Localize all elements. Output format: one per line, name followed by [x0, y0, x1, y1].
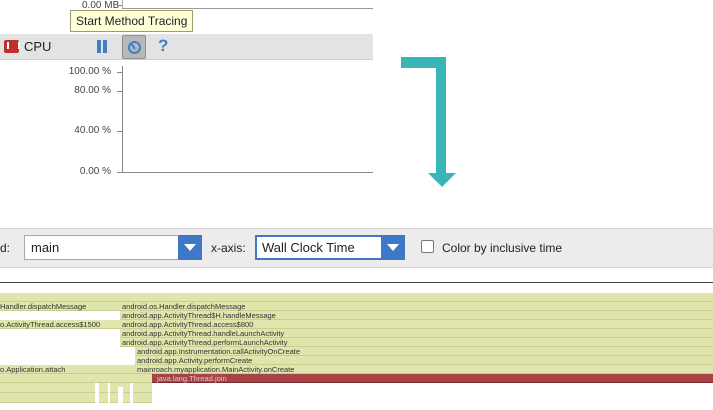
- trace-gap: [108, 383, 110, 410]
- cpu-y-tick: [117, 172, 122, 173]
- annotation-arrow-shaft: [436, 57, 446, 175]
- memory-axis: [122, 0, 123, 8]
- help-icon[interactable]: ?: [158, 36, 168, 56]
- start-method-tracing-button[interactable]: [122, 35, 146, 59]
- cpu-icon: [4, 40, 20, 53]
- trace-gap: [95, 383, 99, 410]
- trace-label: android.app.ActivityThread.access$800: [122, 320, 254, 329]
- trace-label: mainroach.myapplication.MainActivity.onC…: [137, 365, 295, 374]
- color-by-inclusive-label: Color by inclusive time: [442, 241, 563, 255]
- trace-label: android.app.ActivityThread.handleLaunchA…: [122, 329, 285, 338]
- trace-view: Handler.dispatchMessage o.ActivityThread…: [0, 283, 713, 410]
- annotation-arrow-head: [428, 173, 456, 187]
- trace-bar[interactable]: [0, 365, 713, 374]
- trace-label: o.Application.attach: [0, 365, 66, 374]
- trace-bar[interactable]: [0, 302, 713, 311]
- trace-label: Handler.dispatchMessage: [0, 302, 87, 311]
- pause-icon[interactable]: [96, 40, 108, 54]
- thread-label: d:: [0, 241, 11, 255]
- thread-select-dropdown[interactable]: [178, 235, 202, 260]
- trace-label: android.os.Handler.dispatchMessage: [122, 302, 246, 311]
- cpu-y-axis: [122, 66, 123, 172]
- thread-select[interactable]: main: [24, 235, 182, 260]
- trace-bar[interactable]: [0, 293, 713, 302]
- trace-label: java.lang.Thread.join: [157, 374, 227, 383]
- cpu-y-tick: [117, 91, 122, 92]
- trace-bar-hot[interactable]: [152, 374, 713, 383]
- trace-label: android.app.Activity.performCreate: [137, 356, 253, 365]
- x-axis-select-dropdown[interactable]: [381, 235, 405, 260]
- trace-label: android.app.Instrumentation.callActivity…: [137, 347, 301, 356]
- cpu-y-tick: [117, 72, 122, 73]
- cpu-y-tick: [117, 131, 122, 132]
- cpu-x-axis: [122, 172, 373, 173]
- trace-bar[interactable]: [0, 374, 152, 383]
- memory-baseline: [122, 8, 373, 9]
- trace-label: o.ActivityThread.access$1500: [0, 320, 101, 329]
- x-axis-select[interactable]: Wall Clock Time: [255, 235, 383, 260]
- trace-label: android.app.ActivityThread$H.handleMessa…: [122, 311, 276, 320]
- memory-axis-tick: [117, 5, 122, 6]
- x-axis-label: x-axis:: [211, 241, 246, 255]
- cpu-monitor-header: [0, 34, 373, 60]
- cpu-y-tick-label: 100.00 %: [68, 66, 111, 77]
- trace-gap: [130, 383, 133, 410]
- color-by-inclusive-checkbox[interactable]: [421, 240, 434, 253]
- trace-label: android.app.ActivityThread.performLaunch…: [122, 338, 288, 347]
- trace-gap: [118, 387, 123, 410]
- cpu-monitor-title: CPU: [24, 39, 52, 54]
- cpu-y-tick-label: 0.00 %: [79, 166, 111, 177]
- cpu-y-tick-label: 80.00 %: [74, 85, 111, 96]
- tooltip: Start Method Tracing: [70, 10, 194, 32]
- trace-bar[interactable]: [0, 320, 713, 329]
- cpu-y-tick-label: 40.00 %: [74, 125, 111, 136]
